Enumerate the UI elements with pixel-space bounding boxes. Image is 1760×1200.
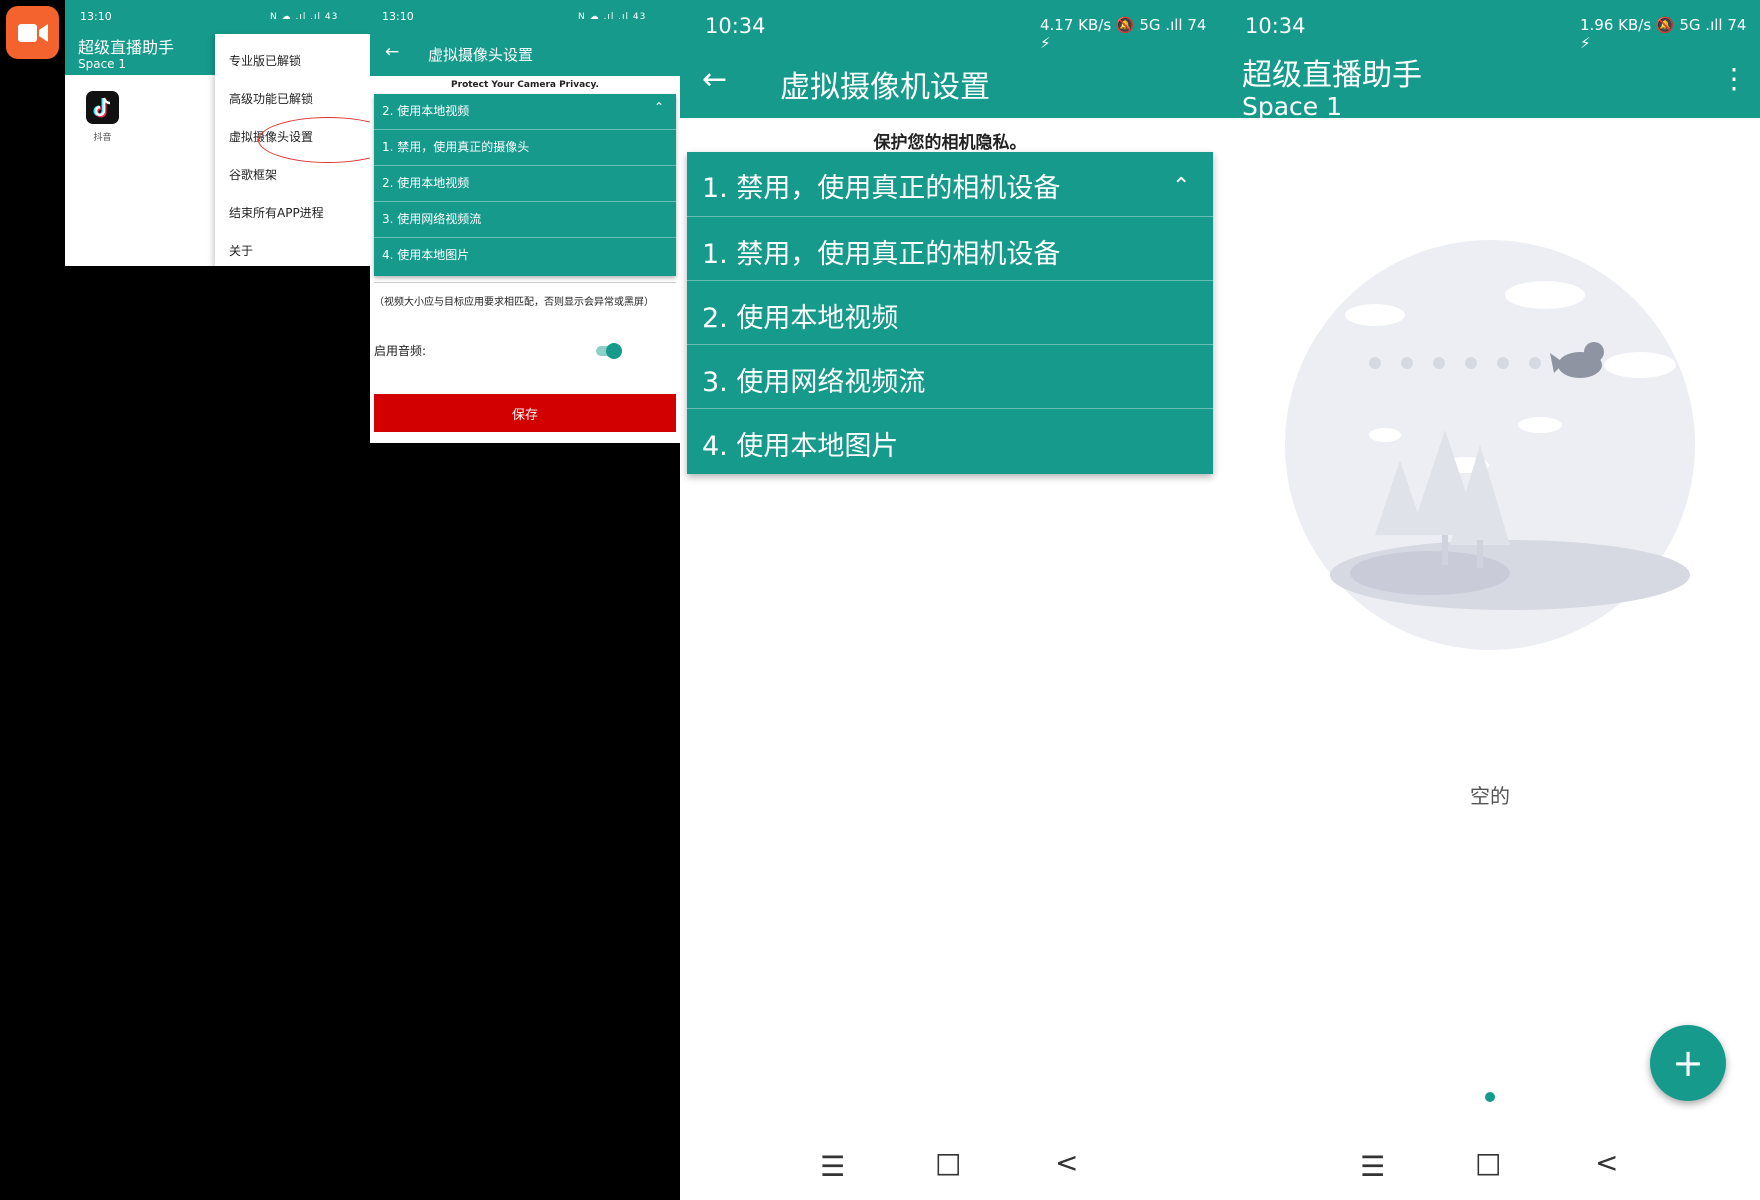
dropdown-option[interactable]: 3. 使用网络视频流 <box>702 360 925 399</box>
privacy-caption: Protect Your Camera Privacy. <box>451 80 599 90</box>
dropdown-option[interactable]: 2. 使用本地视频 <box>382 174 469 191</box>
page-title: 虚拟摄像头设置 <box>428 46 534 64</box>
mode-dropdown[interactable]: 1. 禁用，使用真正的相机设备 ⌃ 1. 禁用，使用真正的相机设备 2. 使用本… <box>687 152 1213 474</box>
empty-state-illustration <box>1285 240 1695 650</box>
app-bar: 10:34 4.17 KB/s 🔕 5G .ıll 74 ⚡ ← 虚拟摄像机设置 <box>680 0 1220 118</box>
divider <box>374 282 676 283</box>
app-subtitle: Space 1 <box>1242 92 1343 121</box>
dropdown-option[interactable]: 4. 使用本地图片 <box>382 246 469 263</box>
status-icons: N ☁ .ıl .ıl 43 <box>578 12 647 22</box>
back-arrow-icon[interactable]: ← <box>385 42 399 62</box>
add-fab-button[interactable]: + <box>1650 1025 1726 1101</box>
app-icon[interactable] <box>6 6 59 59</box>
dropdown-option[interactable]: 3. 使用网络视频流 <box>382 210 481 227</box>
nav-home-icon[interactable]: □ <box>1475 1146 1501 1179</box>
status-icons: 4.17 KB/s 🔕 5G .ıll 74 ⚡ <box>1040 16 1207 52</box>
size-hint: （视频大小应与目标应用要求相匹配，否则显示会异常或黑屏） <box>374 297 654 308</box>
audio-toggle-knob[interactable] <box>606 343 622 359</box>
menu-item-google[interactable]: 谷歌框架 <box>229 166 277 183</box>
mode-dropdown[interactable]: 2. 使用本地视频 ⌃ 1. 禁用，使用真正的摄像头 2. 使用本地视频 3. … <box>374 94 676 276</box>
nav-menu-icon[interactable]: ☰ <box>820 1150 845 1183</box>
nav-home-icon[interactable]: □ <box>935 1146 961 1179</box>
save-button[interactable]: 保存 <box>374 394 676 432</box>
empty-label: 空的 <box>1470 784 1510 808</box>
status-time: 10:34 <box>705 14 766 38</box>
nav-back-icon[interactable]: < <box>1055 1146 1078 1179</box>
status-icons: 1.96 KB/s 🔕 5G .ıll 74 ⚡ <box>1580 16 1747 52</box>
menu-item-pro[interactable]: 专业版已解锁 <box>229 52 301 69</box>
chevron-up-icon: ⌃ <box>654 100 665 114</box>
page-indicator-dot <box>1485 1092 1495 1102</box>
dropdown-option[interactable]: 1. 禁用，使用真正的摄像头 <box>382 138 529 155</box>
panel-camera-settings-large: 10:34 4.17 KB/s 🔕 5G .ıll 74 ⚡ ← 虚拟摄像机设置… <box>680 0 1220 1200</box>
privacy-caption: 保护您的相机隐私。 <box>873 133 1027 153</box>
nav-back-icon[interactable]: < <box>1595 1146 1618 1179</box>
dropdown-selected[interactable]: 1. 禁用，使用真正的相机设备 <box>702 166 1060 205</box>
status-time: 13:10 <box>382 10 414 23</box>
video-camera-icon <box>17 23 48 42</box>
douyin-label: 抖音 <box>93 133 112 143</box>
tiktok-note-icon <box>93 97 110 117</box>
menu-item-about[interactable]: 关于 <box>229 242 253 259</box>
dropdown-option[interactable]: 1. 禁用，使用真正的相机设备 <box>702 232 1060 271</box>
panel-home-empty: 10:34 1.96 KB/s 🔕 5G .ıll 74 ⚡ 超级直播助手 Sp… <box>1220 0 1760 1200</box>
dropdown-option[interactable]: 4. 使用本地图片 <box>702 424 898 463</box>
panel-camera-settings-small: 13:10 N ☁ .ıl .ıl 43 ← 虚拟摄像头设置 Protect Y… <box>370 0 680 443</box>
more-vert-icon[interactable]: ⋮ <box>1720 62 1748 95</box>
page-title: 虚拟摄像机设置 <box>780 70 990 105</box>
chevron-up-icon: ⌃ <box>1172 174 1191 199</box>
douyin-app-icon[interactable] <box>86 91 119 124</box>
app-bar: 10:34 1.96 KB/s 🔕 5G .ıll 74 ⚡ 超级直播助手 Sp… <box>1220 0 1760 121</box>
status-time: 10:34 <box>1245 14 1306 38</box>
app-title: 超级直播助手 <box>78 38 175 57</box>
audio-label: 启用音频: <box>374 344 427 358</box>
app-title: 超级直播助手 <box>1242 58 1422 93</box>
dropdown-option[interactable]: 2. 使用本地视频 <box>702 296 898 335</box>
back-arrow-icon[interactable]: ← <box>702 62 727 97</box>
status-time: 13:10 <box>80 10 112 23</box>
panel-home-menu: 13:10 N ☁ .ıl .ıl 43 超级直播助手 Space 1 抖音 专… <box>65 0 370 266</box>
nav-menu-icon[interactable]: ☰ <box>1360 1150 1385 1183</box>
menu-item-advanced[interactable]: 高级功能已解锁 <box>229 90 313 107</box>
menu-item-kill-apps[interactable]: 结束所有APP进程 <box>229 204 324 221</box>
app-subtitle: Space 1 <box>78 57 127 71</box>
dropdown-selected[interactable]: 2. 使用本地视频 <box>382 102 469 119</box>
status-icons: N ☁ .ıl .ıl 43 <box>270 12 339 22</box>
